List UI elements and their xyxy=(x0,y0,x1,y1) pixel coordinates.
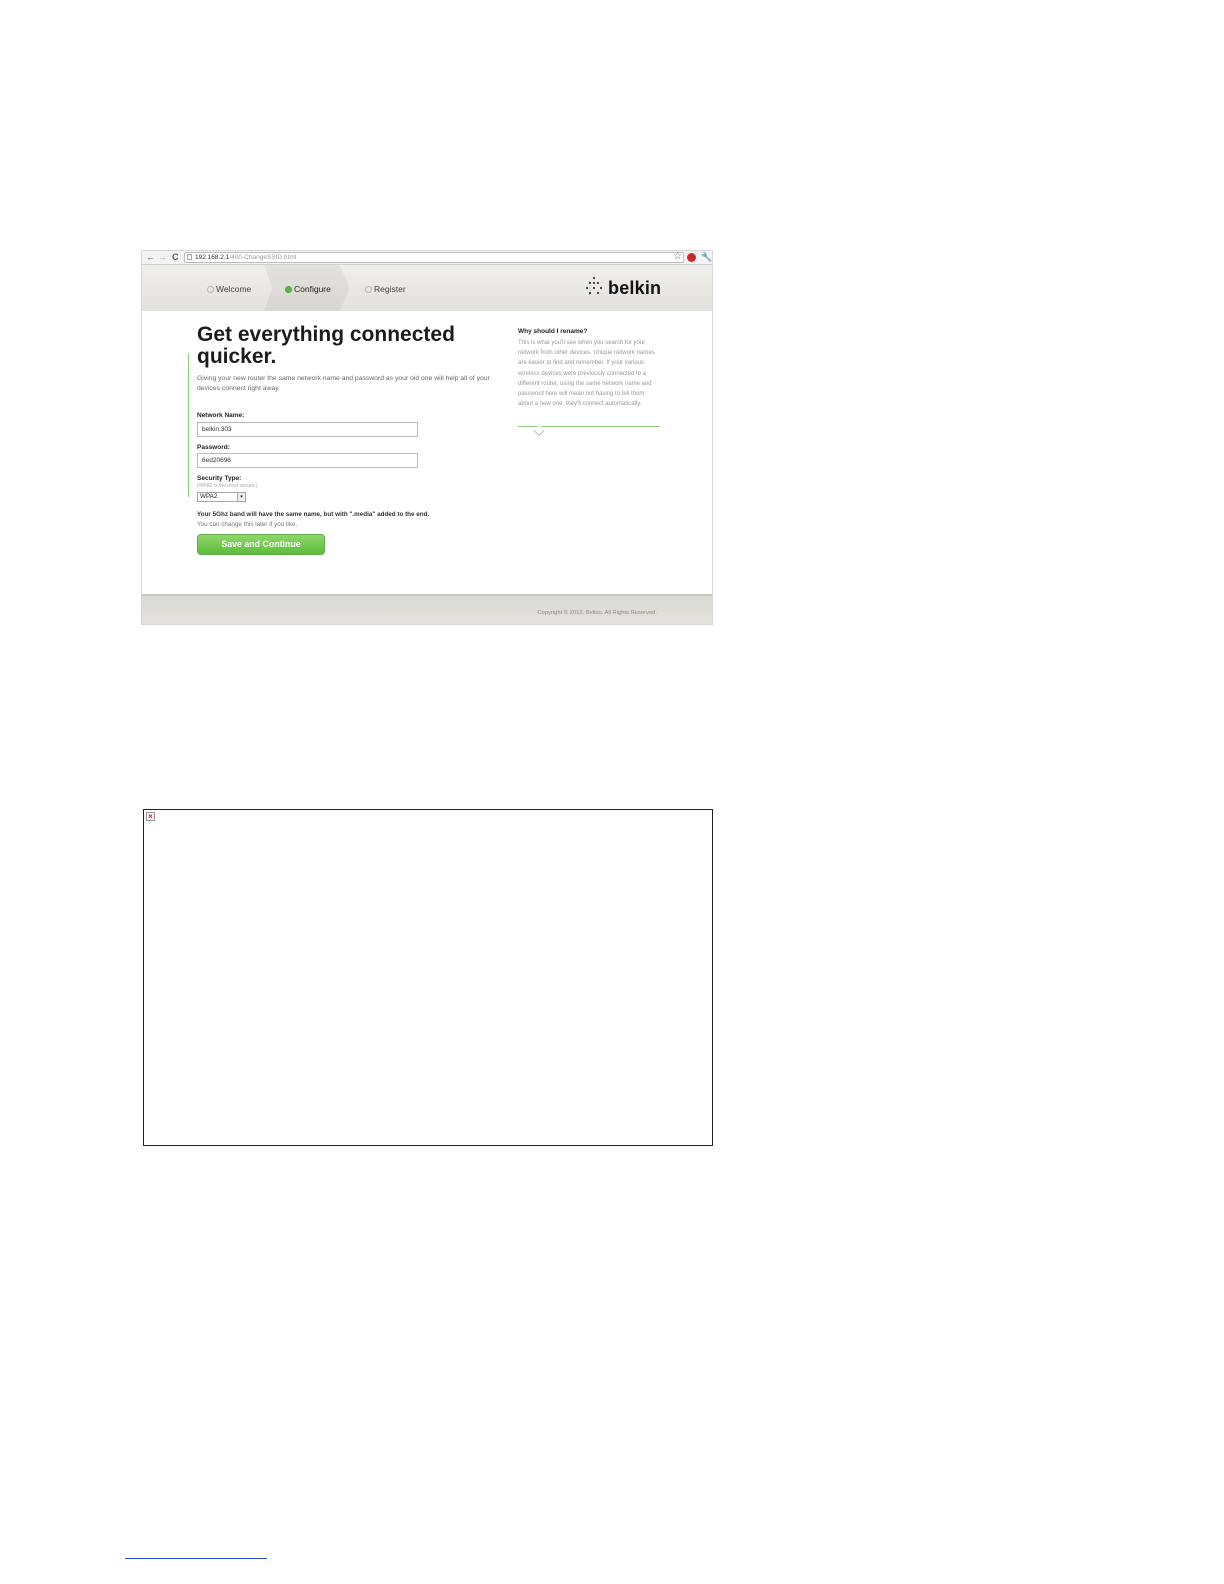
url-host: 192.168.2.1 xyxy=(195,254,230,261)
back-arrow-icon[interactable]: ← xyxy=(146,252,155,263)
password-input[interactable]: 6ed20696 xyxy=(197,453,418,468)
browser-toolbar: ← → C 192.168.2.1/400-ChangeSSID.html ☆ … xyxy=(142,251,712,265)
copyright-text: Copyright © 2012. Belkin. All Rights Res… xyxy=(537,610,657,616)
network-name-input[interactable]: belkin.303 xyxy=(197,422,418,437)
check-icon xyxy=(285,286,292,293)
security-type-value: WPA2 xyxy=(200,493,218,500)
reload-icon[interactable]: C xyxy=(172,252,179,263)
wrench-icon[interactable]: 🔧 xyxy=(701,252,712,263)
step-welcome[interactable]: Welcome xyxy=(207,284,251,294)
broken-image-icon: × xyxy=(146,812,155,821)
footnote-separator xyxy=(125,1558,267,1559)
step-label: Welcome xyxy=(216,284,252,294)
step-label: Configure xyxy=(294,284,331,294)
intro-text: Giving your new router the same network … xyxy=(197,375,490,392)
chevron-down-icon: ▾ xyxy=(237,493,245,501)
network-name-label: Network Name: xyxy=(197,412,245,419)
step-pending-icon xyxy=(207,286,214,293)
band-note: Your 5Ghz band will have the same name, … xyxy=(197,511,430,518)
security-type-hint: (WPA2 is the most secure.) xyxy=(197,483,258,489)
form-accent-rule xyxy=(188,353,189,497)
password-label: Password: xyxy=(197,444,230,451)
logo-dots-icon xyxy=(586,277,604,299)
page-title: Get everything connected quicker. xyxy=(197,323,455,368)
logo-text: belkin xyxy=(608,278,662,298)
sidebar-title: Why should I rename? xyxy=(518,328,588,335)
step-configure[interactable]: Configure xyxy=(285,284,331,294)
step-label: Register xyxy=(374,284,406,294)
step-register[interactable]: Register xyxy=(365,284,406,294)
security-type-select[interactable]: WPA2 ▾ xyxy=(197,492,246,502)
sidebar-text: This is what you'll see when you search … xyxy=(518,340,655,408)
star-icon[interactable]: ☆ xyxy=(673,251,682,263)
security-type-label: Security Type: xyxy=(197,475,242,482)
stop-icon[interactable] xyxy=(687,253,696,262)
url-path: /400-ChangeSSID.html xyxy=(229,254,297,261)
router-setup-screenshot: ← → C 192.168.2.1/400-ChangeSSID.html ☆ … xyxy=(141,250,713,625)
forward-arrow-icon[interactable]: → xyxy=(158,252,167,263)
change-later-note: You can change this later if you like. xyxy=(197,521,298,528)
page-icon xyxy=(187,254,192,260)
step-pending-icon xyxy=(365,286,372,293)
save-and-continue-button[interactable]: Save and Continue xyxy=(197,534,325,555)
missing-image-frame: × xyxy=(143,809,713,1146)
address-bar[interactable]: 192.168.2.1/400-ChangeSSID.html xyxy=(184,252,684,263)
page-footer: Copyright © 2012. Belkin. All Rights Res… xyxy=(142,594,712,624)
